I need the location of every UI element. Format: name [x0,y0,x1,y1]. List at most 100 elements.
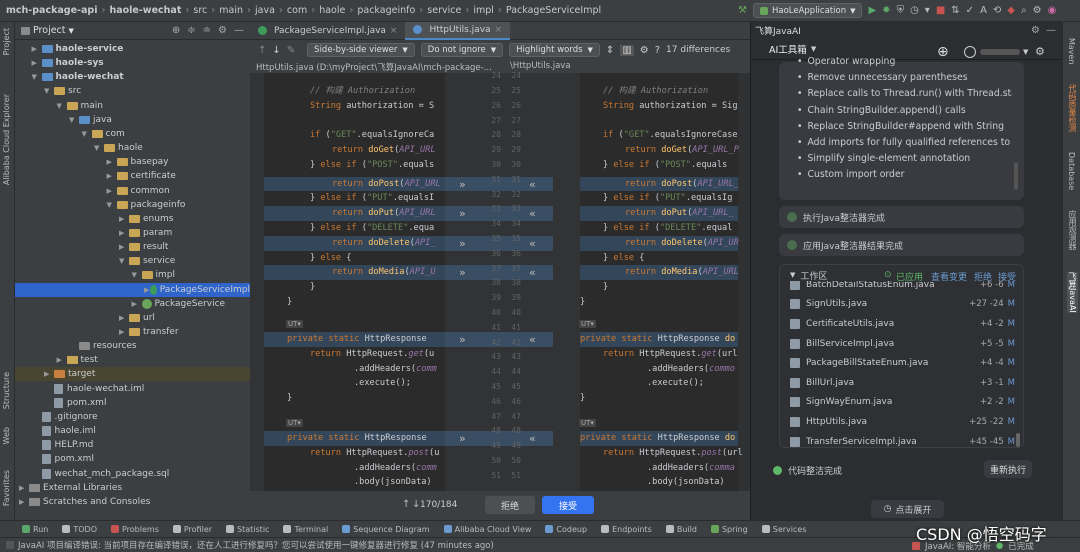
workspace-file[interactable]: BillServiceImpl.java +5 -5 M [790,334,1015,354]
scrollbar[interactable] [1016,433,1020,447]
tool-favorites[interactable]: Favorites [2,470,11,506]
tree-item[interactable]: ▶ PackageService [132,297,225,311]
chevron-right-icon[interactable]: ▶ [132,300,142,308]
tool-endpoints[interactable]: Endpoints [601,525,652,534]
tree-item[interactable]: ▶ haole-sys [32,56,104,70]
chevron-down-icon[interactable]: ▼ [811,45,816,53]
columns-icon[interactable]: ▥ [620,44,634,56]
tree-item[interactable]: ▶ test [57,353,98,367]
breadcrumb-item[interactable]: service [427,5,461,16]
tree-item[interactable]: HELP.md [32,438,93,452]
chevron-right-icon[interactable]: ▶ [107,187,117,195]
tab-packageserviceimpl[interactable]: PackageServiceImpl.java × [250,22,405,40]
chevron-down-icon[interactable]: ▼ [82,130,92,138]
tree-item[interactable]: ▶ transfer [119,325,179,339]
chevron-right-icon[interactable]: ▶ [119,328,129,336]
chevron-down-icon[interactable]: ▼ [44,87,54,95]
tree-item[interactable]: pom.xml [44,396,106,410]
tree-item[interactable]: haole.iml [32,424,96,438]
tool-sequence-diagram[interactable]: Sequence Diagram [342,525,430,534]
tool-javaai[interactable]: 飞算JavaAI [1067,272,1078,313]
tree-item[interactable]: ▼ haole [94,141,143,155]
run-config-select[interactable]: HaoLeApplication ▼ [752,3,863,18]
tree-item[interactable]: ▼ haole-wechat [32,70,124,84]
more-run-icon[interactable]: ▾ [925,5,930,16]
apply-change-icon[interactable]: » [459,333,466,346]
tree-item[interactable]: ▶ result [119,240,168,254]
chevron-right-icon[interactable]: ▶ [19,484,29,492]
chevron-down-icon[interactable]: ▼ [32,73,42,81]
bean-icon[interactable]: UT▾ [286,419,303,427]
vcs-icon[interactable]: ⇅ [951,5,959,16]
bookmark-icon[interactable]: ✓ [966,5,974,16]
chevron-down-icon[interactable]: ▼ [94,144,104,152]
gear-icon[interactable]: ⚙ [640,45,649,56]
close-icon[interactable]: × [390,26,398,36]
revert-change-icon[interactable]: « [529,178,536,191]
breadcrumb-item[interactable]: com [287,5,307,16]
tree-item[interactable]: ▼ java [69,113,112,127]
tool-code-quality[interactable]: 代码质量检测 [1067,84,1078,132]
gear-icon[interactable]: ⚙ [218,25,227,36]
tool-alibaba-cloud-view[interactable]: Alibaba Cloud View [443,525,531,534]
tab-httputils[interactable]: HttpUtils.java × [405,21,511,40]
tree-item[interactable]: ▼ service [119,254,175,268]
tool-statistic[interactable]: Statistic [226,525,269,534]
chevron-right-icon[interactable]: ▶ [119,215,129,223]
chevron-down-icon[interactable]: ▼ [69,116,79,124]
tool-spring[interactable]: Spring [710,525,748,534]
highlight-select[interactable]: Highlight words ▼ [509,43,600,57]
tool-project[interactable]: Project [2,28,11,55]
tree-item[interactable]: ▶ External Libraries [19,481,122,495]
tree-item[interactable]: ▶ certificate [107,169,176,183]
gear-icon[interactable]: ⚙ [1031,25,1040,36]
workspace-file[interactable]: BatchDetailStatusEnum.java +6 -6 M [790,281,1015,295]
chevron-down-icon[interactable]: ▼ [57,102,67,110]
revert-change-icon[interactable]: « [529,432,536,445]
expand-button[interactable]: ◷ 点击展开 [871,500,944,518]
breadcrumb-item[interactable]: impl [473,5,494,16]
rerun-button[interactable]: 重新执行 [984,460,1032,478]
tool-web[interactable]: Web [2,427,11,444]
chevron-right-icon[interactable]: ▶ [119,314,129,322]
tree-item[interactable]: ▶ basepay [107,155,169,169]
project-view-select[interactable]: Project [33,25,66,36]
tree-item[interactable]: haole-wechat.iml [44,382,144,396]
tool-database[interactable]: Database [1067,152,1076,190]
tree-item[interactable]: ▼ main [57,99,104,113]
tree-item[interactable]: pom.xml [32,452,94,466]
workspace-file[interactable]: PackageBillStateEnum.java +4 -4 M [790,353,1015,373]
ignore-select[interactable]: Do not ignore ▼ [420,43,504,57]
arrow-down-icon[interactable]: ↓ [272,45,280,56]
sync-scroll-icon[interactable]: ⇕ [606,45,614,56]
tree-item[interactable]: ▶ common [107,184,170,198]
scrollbar[interactable] [738,73,750,491]
tree-item[interactable]: ▶ haole-service [32,42,124,56]
tree-item[interactable]: ▶ url [119,311,155,325]
scrollbar[interactable] [1014,162,1018,190]
breadcrumb-current[interactable]: PackageServiceImpl [506,5,601,16]
tool-todo[interactable]: TODO [62,525,97,534]
tool-services[interactable]: Services [761,525,807,534]
workspace-file[interactable]: SignUtils.java +27 -24 M [790,295,1015,315]
chevron-down-icon[interactable]: ▼ [119,257,129,265]
tree-item[interactable]: ▶ Scratches and Consoles [19,495,150,509]
chevron-right-icon[interactable]: ▶ [107,158,117,166]
apply-change-icon[interactable]: » [459,432,466,445]
revert-change-icon[interactable]: « [529,266,536,279]
tree-item[interactable]: ▼ com [82,127,125,141]
ide-logo-icon[interactable]: ◉ [1048,5,1057,16]
locate-icon[interactable]: ⊕ [172,25,180,36]
search-icon[interactable]: ⌕ [1021,5,1027,16]
plugin-icon[interactable]: ◆ [1007,5,1015,16]
workspace-file[interactable]: SignWayEnum.java +2 -2 M [790,393,1015,413]
chevron-right-icon[interactable]: ▶ [107,172,117,180]
apply-change-icon[interactable]: » [459,237,466,250]
run-icon[interactable]: ▶ [868,5,876,16]
workspace-file[interactable]: BillUrl.java +3 -1 M [790,373,1015,393]
revert-change-icon[interactable]: « [529,237,536,250]
tool-profiler[interactable]: Profiler [172,525,212,534]
help-icon[interactable]: ? [655,45,660,56]
tab-ai-toolbox[interactable]: AI工具箱 [769,42,807,56]
breadcrumb-item[interactable]: mch-package-api [6,5,97,16]
